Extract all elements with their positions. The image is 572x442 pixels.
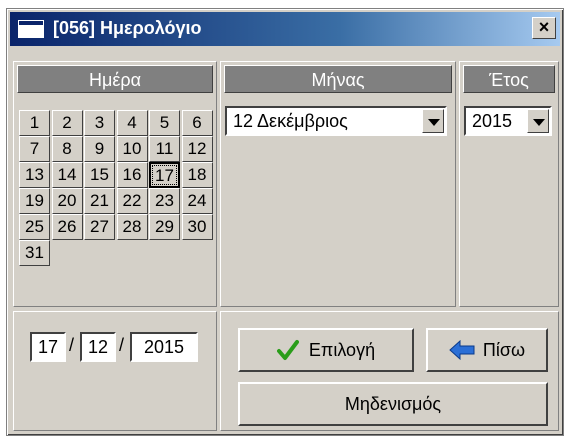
reset-button-label: Μηδενισμός — [344, 393, 442, 414]
month-select-value: 12 Δεκέμβριος — [233, 111, 348, 131]
day-cell-10[interactable]: 10 — [116, 136, 148, 162]
day-cell-8[interactable]: 8 — [51, 136, 83, 162]
title-bar[interactable]: [056] Ημερολόγιο × — [10, 12, 560, 46]
day-panel: Ημέρα 1 2 3 4 5 6 7 8 9 10 11 12 13 14 15 16 17 18 19 20 21 2… — [13, 61, 217, 307]
day-field[interactable]: 17 — [30, 332, 66, 362]
day-cell-29[interactable]: 29 — [149, 214, 180, 240]
month-select[interactable]: 12 Δεκέμβριος — [225, 106, 447, 136]
window-icon — [18, 20, 44, 38]
year-select-value: 2015 — [472, 111, 513, 131]
year-panel: Έτος 2015 — [459, 61, 559, 307]
date-separator: / — [69, 335, 75, 355]
day-cell-6[interactable]: 6 — [181, 110, 213, 136]
select-button[interactable]: Επιλογή — [238, 328, 414, 372]
actions-panel: Επιλογή Πίσω Μηδενισμός — [220, 311, 559, 431]
day-cell-1[interactable]: 1 — [19, 110, 50, 136]
day-cell-5[interactable]: 5 — [149, 110, 180, 136]
day-grid: 1 2 3 4 5 6 7 8 9 10 11 12 13 14 15 16 17 18 19 20 21 22 23 24 2… — [14, 62, 216, 306]
day-cell-7[interactable]: 7 — [19, 136, 50, 162]
back-button-label: Πίσω — [482, 339, 526, 360]
day-cell-16[interactable]: 16 — [116, 162, 148, 188]
day-cell-31[interactable]: 31 — [19, 240, 50, 266]
day-cell-9[interactable]: 9 — [84, 136, 115, 162]
day-cell-13[interactable]: 13 — [19, 162, 50, 188]
day-cell-20[interactable]: 20 — [51, 188, 83, 214]
month-panel: Μήνας 12 Δεκέμβριος — [220, 61, 456, 307]
month-field[interactable]: 12 — [80, 332, 116, 362]
day-cell-28[interactable]: 28 — [116, 214, 148, 240]
day-cell-21[interactable]: 21 — [84, 188, 115, 214]
chevron-down-icon[interactable] — [527, 109, 549, 133]
day-cell-11[interactable]: 11 — [149, 136, 180, 162]
arrow-left-icon — [449, 340, 475, 360]
date-separator: / — [119, 335, 125, 355]
year-header: Έτος — [463, 65, 555, 93]
month-header: Μήνας — [224, 65, 452, 93]
day-cell-15[interactable]: 15 — [84, 162, 115, 188]
check-icon — [276, 340, 299, 360]
day-cell-12[interactable]: 12 — [181, 136, 213, 162]
day-cell-27[interactable]: 27 — [84, 214, 115, 240]
day-cell-3[interactable]: 3 — [84, 110, 115, 136]
day-cell-30[interactable]: 30 — [181, 214, 213, 240]
chevron-down-icon[interactable] — [422, 109, 444, 133]
day-cell-19[interactable]: 19 — [19, 188, 50, 214]
reset-button[interactable]: Μηδενισμός — [238, 382, 548, 426]
day-cell-2[interactable]: 2 — [51, 110, 83, 136]
date-entry-panel: 17 / 12 / 2015 — [13, 311, 217, 431]
day-cell-14[interactable]: 14 — [51, 162, 83, 188]
window-title: [056] Ημερολόγιο — [53, 18, 202, 38]
day-cell-24[interactable]: 24 — [181, 188, 213, 214]
back-button[interactable]: Πίσω — [426, 328, 548, 372]
year-field[interactable]: 2015 — [130, 332, 198, 362]
day-cell-23[interactable]: 23 — [149, 188, 180, 214]
day-cell-26[interactable]: 26 — [51, 214, 83, 240]
day-cell-4[interactable]: 4 — [116, 110, 148, 136]
day-cell-17[interactable]: 17 — [149, 162, 180, 188]
calendar-window: [056] Ημερολόγιο × Ημέρα 1 2 3 4 5 6 7 8 9 10 11 12… — [6, 8, 564, 436]
day-cell-22[interactable]: 22 — [116, 188, 148, 214]
close-button[interactable]: × — [532, 17, 556, 39]
day-cell-25[interactable]: 25 — [19, 214, 50, 240]
select-button-label: Επιλογή — [308, 339, 376, 360]
day-cell-18[interactable]: 18 — [181, 162, 213, 188]
year-select[interactable]: 2015 — [464, 106, 552, 136]
